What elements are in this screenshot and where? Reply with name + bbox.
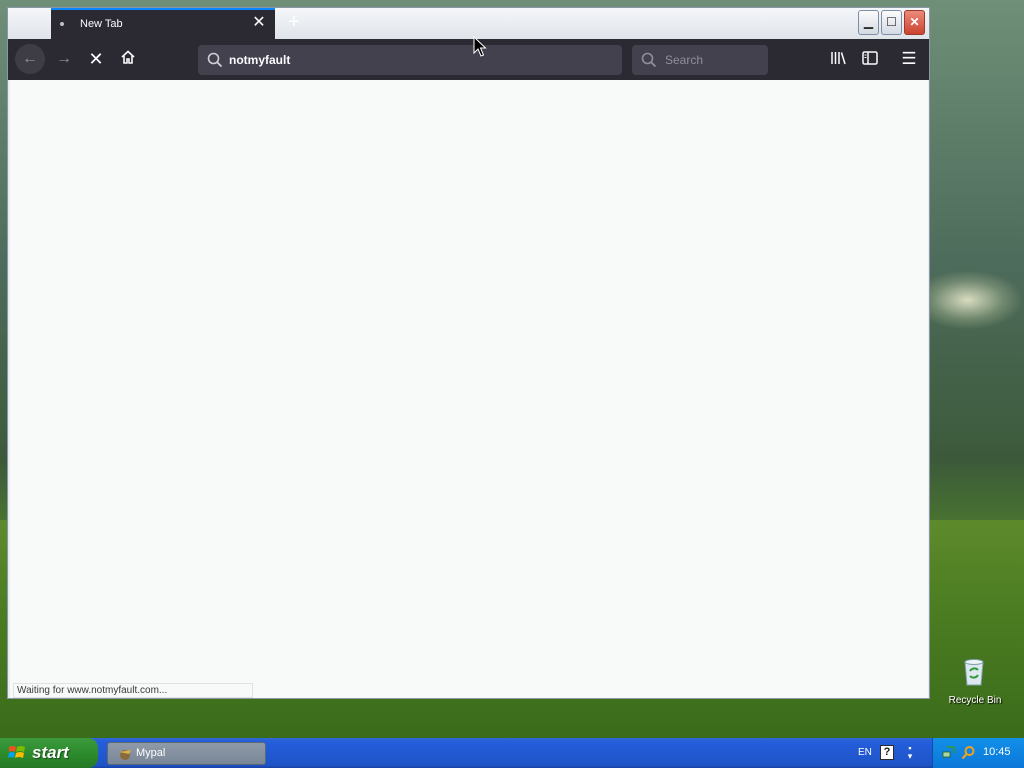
system-tray: 10:45 xyxy=(932,738,1024,768)
clock: 10:45 xyxy=(983,746,1011,758)
windows-logo-icon xyxy=(8,746,25,758)
search-icon xyxy=(207,52,223,68)
url-input[interactable]: notmyfault xyxy=(229,53,290,67)
title-bar[interactable]: New Tab ✕ + ▁ ☐ ✕ xyxy=(8,8,929,39)
search-icon[interactable] xyxy=(961,745,976,760)
search-icon xyxy=(641,52,657,68)
recycle-bin-shortcut[interactable]: Recycle Bin xyxy=(940,655,1010,711)
new-tab-plus-icon[interactable]: + xyxy=(284,12,304,32)
maximize-button[interactable]: ☐ xyxy=(881,10,902,35)
minimize-button[interactable]: ▁ xyxy=(858,10,879,35)
library-icon xyxy=(831,52,846,65)
mypal-icon xyxy=(119,750,131,760)
tab-close-icon[interactable]: ✕ xyxy=(251,15,267,31)
tab-title: New Tab xyxy=(80,18,123,30)
sidebar-button[interactable] xyxy=(860,49,880,69)
start-button[interactable]: start xyxy=(0,738,98,768)
browser-window: New Tab ✕ + ▁ ☐ ✕ ← → ✕ notmyfault Searc… xyxy=(7,7,930,699)
taskbar: start Mypal EN ? ▪ ▾ 10:45 xyxy=(0,738,1024,768)
start-label: start xyxy=(32,743,69,762)
stop-button[interactable]: ✕ xyxy=(86,49,106,69)
close-window-button[interactable]: ✕ xyxy=(904,10,925,35)
back-button[interactable]: ← xyxy=(15,44,45,74)
taskbar-item-label: Mypal xyxy=(136,747,166,759)
home-button[interactable] xyxy=(118,49,138,69)
home-icon xyxy=(121,50,135,64)
status-text: Waiting for www.notmyfault.com... xyxy=(13,683,253,698)
search-bar[interactable]: Search xyxy=(632,45,768,75)
url-bar[interactable]: notmyfault xyxy=(198,45,622,75)
page-content[interactable]: Waiting for www.notmyfault.com... xyxy=(10,80,928,698)
menu-button[interactable]: ☰ xyxy=(899,49,919,69)
desktop-sky xyxy=(930,270,1024,330)
nav-toolbar: ← → ✕ notmyfault Search ☰ xyxy=(8,39,929,80)
language-indicator[interactable]: EN xyxy=(858,747,872,758)
recycle-bin-label: Recycle Bin xyxy=(948,695,1002,706)
sidebar-icon xyxy=(862,51,878,65)
recycle-bin-icon xyxy=(964,659,984,686)
help-icon[interactable]: ? xyxy=(880,745,894,760)
tab-new-tab[interactable]: New Tab ✕ xyxy=(51,8,275,39)
mouse-cursor-icon xyxy=(473,36,487,57)
library-button[interactable] xyxy=(828,49,848,69)
search-input[interactable]: Search xyxy=(665,53,703,67)
network-icon[interactable] xyxy=(942,745,956,759)
tray-expand-icon[interactable]: ▪ ▾ xyxy=(903,744,917,761)
forward-button[interactable]: → xyxy=(54,49,74,69)
loading-dot-icon xyxy=(60,22,64,26)
taskbar-item-mypal[interactable]: Mypal xyxy=(107,742,266,765)
